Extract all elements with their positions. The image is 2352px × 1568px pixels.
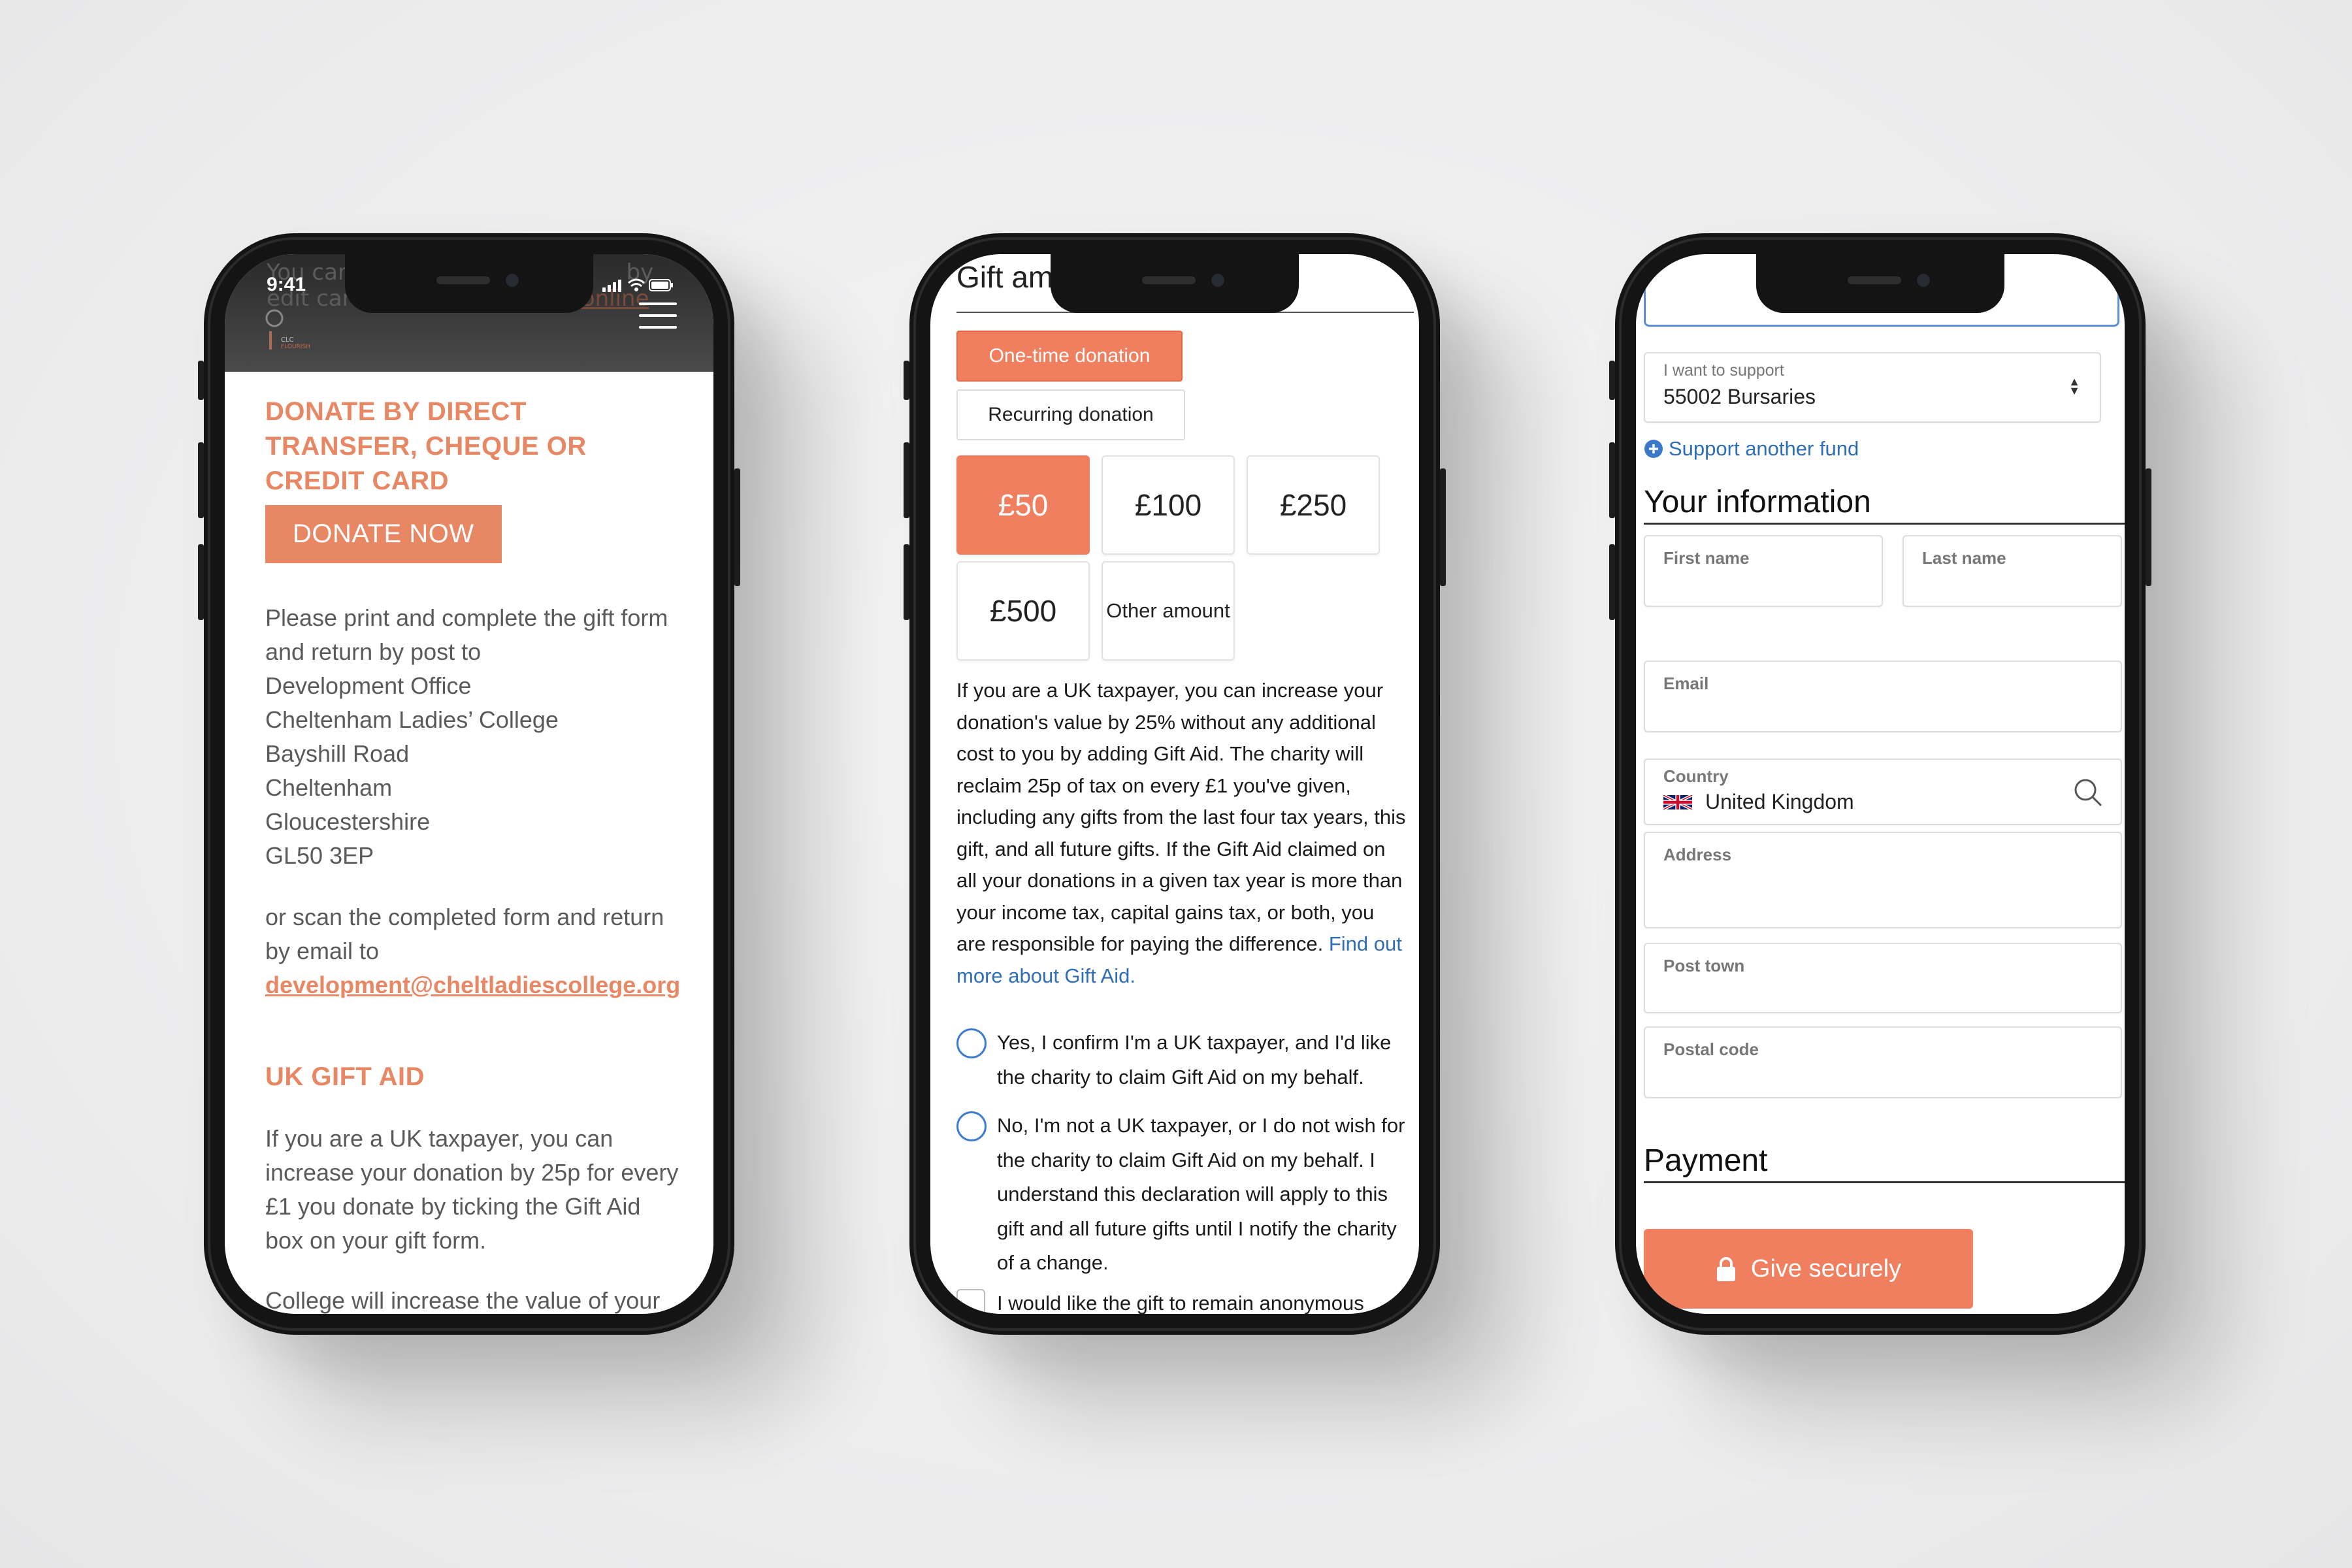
phone-1-screen: You canby edit card by completing the on… <box>225 254 713 1314</box>
support-another-fund-link[interactable]: Support another fund <box>1644 437 1859 461</box>
give-securely-button[interactable]: Give securely <box>1644 1229 1973 1309</box>
anonymous-checkbox[interactable] <box>956 1289 985 1314</box>
hamburger-menu-icon[interactable] <box>639 302 677 335</box>
recurring-donation-button[interactable]: Recurring donation <box>956 389 1185 440</box>
phone-2-screen: Gift amo One-time donation Recurring don… <box>930 254 1419 1314</box>
country-field[interactable]: Country United Kingdom <box>1644 759 2122 825</box>
post-town-field[interactable]: Post town <box>1644 943 2122 1013</box>
gift-aid-no-option[interactable]: No, I'm not a UK taxpayer, or I do not w… <box>956 1109 1414 1285</box>
donate-now-button[interactable]: DONATE NOW <box>265 505 502 563</box>
search-icon[interactable] <box>2072 777 2104 808</box>
radio-yes[interactable] <box>956 1028 987 1058</box>
address-line: Cheltenham <box>265 774 393 801</box>
address-field[interactable]: Address <box>1644 832 2122 928</box>
address-line: GL50 3EP <box>265 842 374 869</box>
address-intro: Please print and complete the gift form … <box>265 604 668 665</box>
status-icons <box>602 276 674 297</box>
status-time: 9:41 <box>267 274 306 295</box>
select-arrows-icon: ▲ ▼ <box>2068 375 2080 397</box>
address-line: Gloucestershire <box>265 808 431 835</box>
cutoff-text: College will increase the value of your <box>265 1287 661 1314</box>
gift-aid-paragraph: If you are a UK taxpayer, you can increa… <box>956 679 1406 987</box>
payment-heading: Payment <box>1644 1143 1768 1178</box>
first-name-field[interactable]: First name <box>1644 535 1883 607</box>
address-line: Bayshill Road <box>265 740 410 767</box>
email-field[interactable]: Email <box>1644 661 2122 732</box>
radio-no[interactable] <box>956 1111 987 1141</box>
one-time-donation-button[interactable]: One-time donation <box>956 331 1183 382</box>
phone-1: You canby edit card by completing the on… <box>198 233 740 1335</box>
fund-value: 55002 Bursaries <box>1663 385 1816 408</box>
anonymous-option[interactable]: I would like the gift to remain anonymou… <box>956 1286 1414 1314</box>
address-line: Development Office <box>265 672 472 699</box>
your-information-heading: Your information <box>1644 485 1871 519</box>
gift-aid-heading: UK GIFT AID <box>265 1062 425 1091</box>
gift-aid-yes-option[interactable]: Yes, I confirm I'm a UK taxpayer, and I'… <box>956 1026 1414 1098</box>
donate-content: DONATE BY DIRECT TRANSFER, CHEQUE OR CRE… <box>265 395 683 1314</box>
clc-flourish-logo[interactable]: CLC FLOURISH <box>264 305 323 351</box>
other-amount-button[interactable]: Other amount <box>1102 561 1235 661</box>
uk-flag-icon <box>1663 794 1692 809</box>
svg-text:FLOURISH: FLOURISH <box>281 344 310 350</box>
phone-3: I want to support 55002 Bursaries ▲ ▼ Sup… <box>1609 233 2151 1335</box>
svg-text:CLC: CLC <box>281 336 294 344</box>
amount-500-button[interactable]: £500 <box>956 561 1090 661</box>
plus-circle-icon <box>1644 440 1663 458</box>
lock-icon <box>1716 1257 1735 1281</box>
address-line: Cheltenham Ladies’ College <box>265 706 559 733</box>
country-value: United Kingdom <box>1705 790 1854 813</box>
scan-text: or scan the completed form and return by… <box>265 904 664 964</box>
amount-50-button[interactable]: £50 <box>956 455 1090 555</box>
last-name-field[interactable]: Last name <box>1903 535 2122 607</box>
phone-3-screen: I want to support 55002 Bursaries ▲ ▼ Sup… <box>1636 254 2125 1314</box>
donate-heading: DONATE BY DIRECT TRANSFER, CHEQUE OR CRE… <box>265 397 587 495</box>
email-link[interactable]: development@cheltladiescollege.org <box>265 972 680 998</box>
amount-250-button[interactable]: £250 <box>1247 455 1380 555</box>
postal-code-field[interactable]: Postal code <box>1644 1026 2122 1098</box>
amount-100-button[interactable]: £100 <box>1102 455 1235 555</box>
phone-2: Gift amo One-time donation Recurring don… <box>904 233 1446 1335</box>
fund-select[interactable]: I want to support 55002 Bursaries ▲ ▼ <box>1644 352 2101 423</box>
gift-aid-text: If you are a UK taxpayer, you can increa… <box>265 1125 679 1254</box>
